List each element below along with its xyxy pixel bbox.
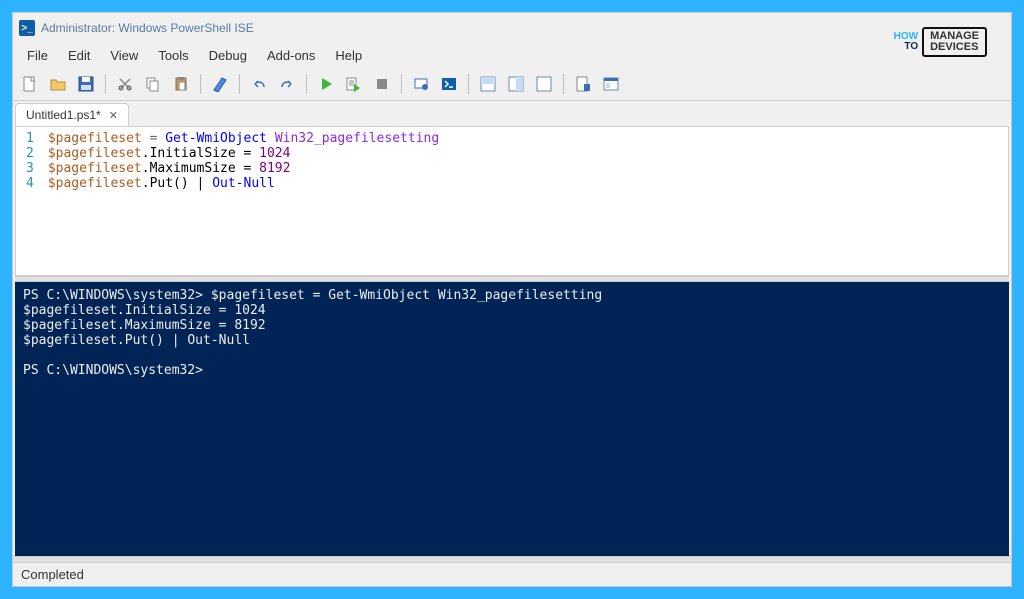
watermark-howto: HOW TO [894,32,918,52]
show-script-max-button[interactable] [531,71,557,97]
start-powershell-button[interactable] [436,71,462,97]
content-area: Untitled1.ps1* ✕ 1234 $pagefileset = Get… [13,101,1011,562]
window-title: Administrator: Windows PowerShell ISE [41,21,254,35]
new-file-button[interactable] [17,71,43,97]
new-remote-tab-button[interactable] [408,71,434,97]
show-script-right-button[interactable] [503,71,529,97]
toolbar [13,68,1011,101]
cut-button[interactable] [112,71,138,97]
menu-edit[interactable]: Edit [60,45,98,66]
ise-window: HOW TO MANAGE DEVICES >_ Administrator: … [12,12,1012,587]
menu-file[interactable]: File [19,45,56,66]
run-selection-button[interactable] [341,71,367,97]
open-file-button[interactable] [45,71,71,97]
watermark-box: MANAGE DEVICES [922,27,987,57]
show-command-addon-button[interactable] [570,71,596,97]
undo-button[interactable] [246,71,272,97]
toolbar-separator [239,74,240,94]
console-pane[interactable]: PS C:\WINDOWS\system32> $pagefileset = G… [15,282,1009,556]
copy-button[interactable] [140,71,166,97]
show-script-top-button[interactable] [475,71,501,97]
close-icon[interactable]: ✕ [107,109,120,122]
save-button[interactable] [73,71,99,97]
toolbar-separator [468,74,469,94]
toolbar-separator [105,74,106,94]
menu-view[interactable]: View [102,45,146,66]
stop-button[interactable] [369,71,395,97]
watermark-to: TO [904,41,918,52]
run-script-button[interactable] [313,71,339,97]
app-icon: >_ [19,20,35,36]
status-text: Completed [21,567,84,582]
paste-button[interactable] [168,71,194,97]
code-area[interactable]: $pagefileset = Get-WmiObject Win32_pagef… [42,127,445,275]
tab-label: Untitled1.ps1* [26,108,101,122]
show-command-window-button[interactable] [598,71,624,97]
editor-tabs: Untitled1.ps1* ✕ [13,101,1011,126]
menu-help[interactable]: Help [327,45,370,66]
titlebar[interactable]: >_ Administrator: Windows PowerShell ISE [13,13,1011,43]
toolbar-separator [401,74,402,94]
script-editor[interactable]: 1234 $pagefileset = Get-WmiObject Win32_… [15,126,1009,276]
menu-debug[interactable]: Debug [201,45,255,66]
line-gutter: 1234 [16,127,42,275]
tab-untitled1[interactable]: Untitled1.ps1* ✕ [15,103,129,126]
clear-button[interactable] [207,71,233,97]
toolbar-separator [306,74,307,94]
watermark-devices: DEVICES [930,42,979,53]
menu-tools[interactable]: Tools [150,45,196,66]
toolbar-separator [200,74,201,94]
redo-button[interactable] [274,71,300,97]
watermark: HOW TO MANAGE DEVICES [894,27,987,57]
menubar: File Edit View Tools Debug Add-ons Help [13,43,1011,68]
statusbar: Completed [13,562,1011,586]
menu-addons[interactable]: Add-ons [259,45,323,66]
toolbar-separator [563,74,564,94]
